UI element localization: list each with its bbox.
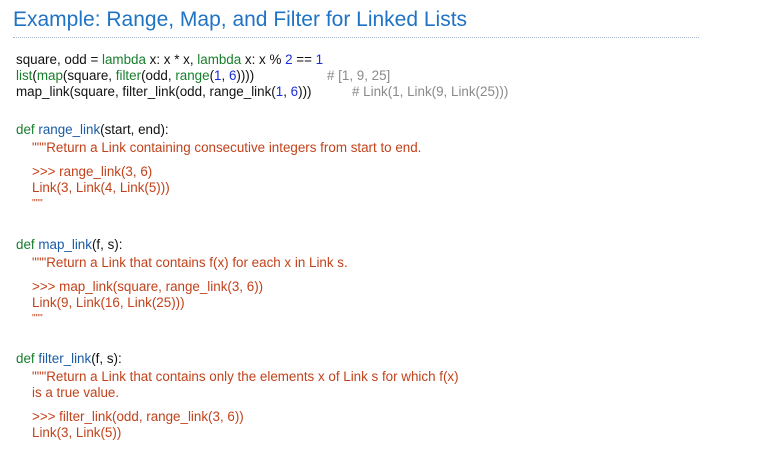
function-def-range-link: def range_link(start, end): [16, 122, 169, 137]
docstring: """Return a Link that contains f(x) for … [32, 255, 348, 270]
doctest-example: >>> range_link(3, 6) [32, 164, 153, 179]
function-name: map_link [38, 237, 92, 252]
doctest-result: Link(9, Link(16, Link(25))) [32, 295, 185, 310]
function-name: filter_link [38, 351, 92, 366]
code-comment: # [1, 9, 25] [327, 68, 391, 83]
code-line-builtin-pipeline: list(map(square, filter(odd, range(1, 6)… [16, 68, 255, 83]
function-name: range_link [38, 122, 101, 137]
docstring: is a true value. [32, 385, 120, 400]
keyword-lambda: lambda [197, 52, 242, 67]
page-title: Example: Range, Map, and Filter for Link… [13, 8, 468, 31]
docstring: """Return a Link that contains only the … [32, 369, 459, 384]
function-def-filter-link: def filter_link(f, s): [16, 351, 122, 366]
code-comment: # Link(1, Link(9, Link(25))) [352, 84, 509, 99]
docstring-close: """ [32, 198, 43, 209]
number-literal: 2 [285, 52, 293, 67]
docstring-close: """ [32, 313, 43, 324]
docstring: """Return a Link containing consecutive … [32, 140, 422, 155]
doctest-result: Link(3, Link(4, Link(5))) [32, 180, 170, 195]
number-literal: 1 [315, 52, 324, 67]
doctest-example: >>> map_link(square, range_link(3, 6)) [32, 279, 264, 294]
keyword-lambda: lambda [102, 52, 146, 67]
doctest-example: >>> filter_link(odd, range_link(3, 6)) [32, 409, 244, 424]
doctest-result: Link(3, Link(5)) [32, 425, 122, 440]
function-def-map-link: def map_link(f, s): [16, 237, 123, 252]
title-underline [13, 37, 699, 38]
code-line-lambdas: square, odd = lambda x: x * x, lambda x:… [16, 52, 324, 67]
code-line-link-pipeline: map_link(square, filter_link(odd, range_… [16, 84, 312, 99]
